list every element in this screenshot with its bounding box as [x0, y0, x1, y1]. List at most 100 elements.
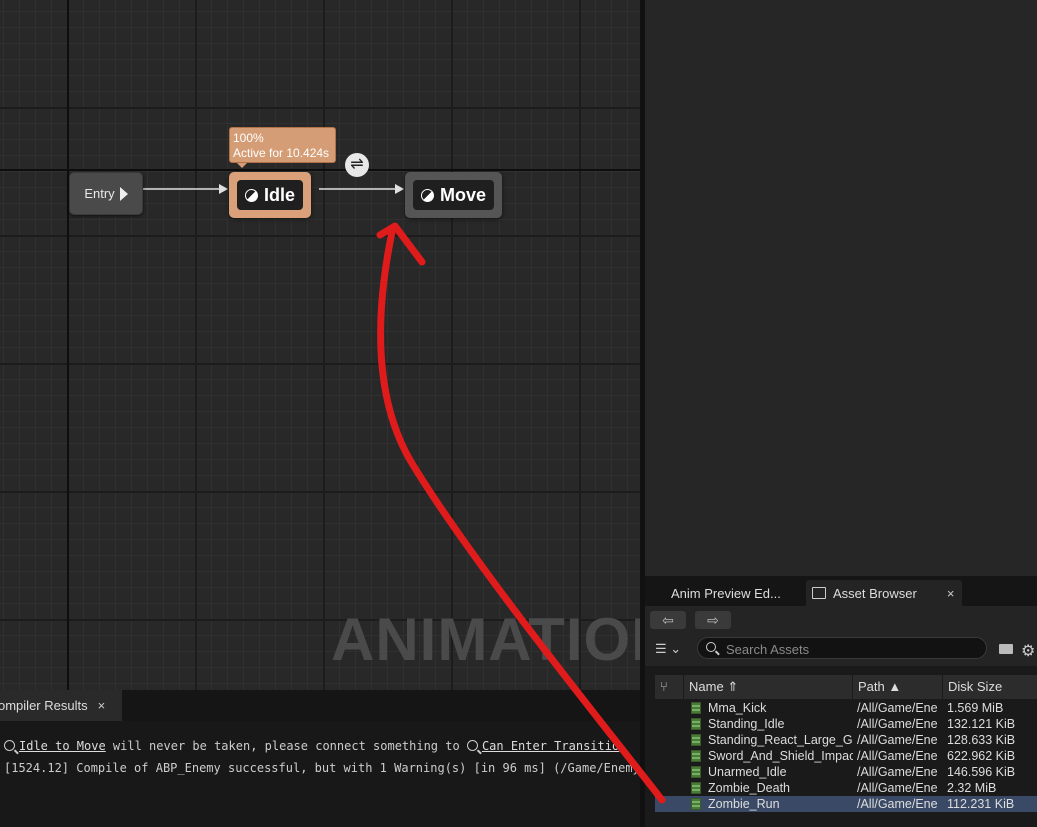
compiler-tab-label: ompiler Results: [0, 698, 88, 713]
column-name-label: Name: [689, 679, 724, 694]
tab-label: Asset Browser: [833, 585, 917, 601]
move-state-node[interactable]: Move: [405, 172, 502, 218]
column-size-label: Disk Size: [948, 679, 1003, 694]
asset-path: /All/Game/Ene: [857, 797, 937, 811]
state-machine-graph[interactable]: Entry 100% Active for 10.424s Idle ⇌ Mov…: [0, 0, 640, 690]
table-row-selected[interactable]: Zombie_Run /All/Game/Ene 112.231 KiB: [655, 796, 1037, 812]
anim-sequence-icon: [691, 750, 701, 762]
table-row[interactable]: Standing_Idle /All/Game/Ene 132.121 KiB: [655, 716, 1037, 732]
tab-compiler-results[interactable]: ompiler Results ×: [0, 690, 122, 721]
tab-asset-browser[interactable]: Asset Browser ×: [806, 580, 962, 606]
asset-name: Standing_Idle: [708, 717, 785, 731]
tooltip-weight: 100%: [233, 131, 264, 145]
search-icon: [466, 740, 478, 751]
move-state-label: Move: [439, 184, 486, 205]
column-path[interactable]: Path ▲: [852, 675, 942, 699]
link-can-enter-transition[interactable]: Can Enter Transitio: [482, 739, 619, 753]
column-name[interactable]: Name ⇑: [683, 675, 852, 699]
branch-icon[interactable]: ⑂: [655, 675, 683, 699]
close-icon[interactable]: ×: [947, 586, 955, 601]
state-icon: [420, 188, 434, 202]
asset-path: /All/Game/Ene: [857, 749, 937, 763]
idle-state-tooltip: 100% Active for 10.424s: [229, 127, 336, 163]
asset-size: 128.633 KiB: [947, 733, 1016, 747]
table-row[interactable]: Sword_And_Shield_Impac /All/Game/Ene 622…: [655, 748, 1037, 764]
sort-icon: ▲: [888, 679, 902, 694]
asset-path: /All/Game/Ene: [857, 717, 937, 731]
asset-name: Zombie_Death: [708, 781, 790, 795]
table-row[interactable]: Mma_Kick /All/Game/Ene 1.569 MiB: [655, 700, 1037, 716]
search-box: [697, 637, 987, 659]
entry-node[interactable]: Entry: [69, 172, 143, 215]
back-button[interactable]: ⇦: [650, 611, 686, 629]
tab-label: Anim Preview Ed...: [671, 585, 781, 601]
link-idle-to-move[interactable]: Idle to Move: [19, 739, 106, 753]
graph-axis-horizontal: [0, 169, 640, 171]
anim-sequence-icon: [691, 718, 701, 730]
anim-sequence-icon: [691, 766, 701, 778]
details-panel-empty: [645, 0, 1037, 576]
entry-to-idle-arrowhead: [219, 184, 228, 194]
asset-size: 1.569 MiB: [947, 701, 1004, 715]
asset-name: Zombie_Run: [708, 797, 780, 811]
tooltip-tail: [237, 163, 247, 168]
navigation-bar: ⇦ ⇨: [645, 606, 1037, 634]
asset-path: /All/Game/Ene: [857, 765, 937, 779]
folder-search-icon: [812, 587, 826, 599]
asset-table-header: ⑂ Name ⇑ Path ▲ Disk Size: [655, 675, 1037, 699]
asset-name: Unarmed_Idle: [708, 765, 787, 779]
gear-icon[interactable]: ⚙: [1021, 641, 1035, 661]
close-icon[interactable]: ×: [98, 698, 106, 713]
compiler-results-panel: ompiler Results × Idle to Move will neve…: [0, 690, 647, 827]
entry-arrow-icon: [119, 186, 128, 201]
asset-path: /All/Game/Ene: [857, 701, 937, 715]
filter-button[interactable]: ☰ ⌄: [655, 641, 681, 657]
asset-size: 146.596 KiB: [947, 765, 1016, 779]
idle-state-label: Idle: [263, 184, 295, 205]
sort-icon: ⇑: [727, 679, 739, 694]
asset-path: /All/Game/Ene: [857, 733, 937, 747]
asset-size: 622.962 KiB: [947, 749, 1016, 763]
asset-browser-panel: Anim Preview Ed... Asset Browser × ⇦ ⇨ ☰…: [645, 576, 1037, 827]
asset-name: Sword_And_Shield_Impac: [708, 749, 853, 763]
log-warning-line: Idle to Move will never be taken, please…: [4, 739, 619, 753]
anim-sequence-icon: [691, 782, 701, 794]
asset-path: /All/Game/Ene: [857, 781, 937, 795]
transition-arrows: [143, 184, 404, 194]
anim-sequence-icon: [691, 702, 701, 714]
asset-size: 112.231 KiB: [947, 797, 1015, 811]
chevron-down-icon: ⌄: [670, 641, 682, 656]
asset-size: 2.32 MiB: [947, 781, 997, 795]
entry-label: Entry: [84, 186, 115, 201]
compiler-log: Idle to Move will never be taken, please…: [0, 721, 647, 827]
transition-rule-icon[interactable]: ⇌: [345, 153, 369, 177]
table-row[interactable]: Standing_React_Large_G /All/Game/Ene 128…: [655, 732, 1037, 748]
forward-button[interactable]: ⇨: [695, 611, 731, 629]
asset-table: Mma_Kick /All/Game/Ene 1.569 MiB Standin…: [655, 700, 1037, 827]
filter-icon: ☰: [655, 641, 667, 656]
column-disk-size[interactable]: Disk Size: [942, 675, 1037, 699]
anim-sequence-icon: [691, 798, 701, 810]
arrow-left-icon: ⇦: [662, 612, 674, 628]
panel-tab-bar: Anim Preview Ed... Asset Browser ×: [645, 576, 1037, 606]
anim-sequence-icon: [691, 734, 701, 746]
asset-size: 132.121 KiB: [947, 717, 1016, 731]
table-row[interactable]: Unarmed_Idle /All/Game/Ene 146.596 KiB: [655, 764, 1037, 780]
log-compile-line: [1524.12] Compile of ABP_Enemy successfu…: [4, 761, 647, 775]
idle-state-node[interactable]: Idle: [229, 172, 311, 218]
search-assets-input[interactable]: [724, 640, 983, 658]
graph-watermark: ANIMATION: [331, 606, 640, 673]
search-icon: [706, 642, 716, 652]
folder-icon[interactable]: [999, 644, 1013, 654]
asset-name: Standing_React_Large_G: [708, 733, 853, 747]
arrow-right-icon: ⇨: [707, 612, 719, 628]
tooltip-active-time: Active for 10.424s: [233, 146, 330, 160]
graph-axis-vertical: [67, 0, 69, 690]
state-icon: [244, 188, 258, 202]
table-row[interactable]: Zombie_Death /All/Game/Ene 2.32 MiB: [655, 780, 1037, 796]
tab-anim-preview-editor[interactable]: Anim Preview Ed...: [671, 580, 781, 606]
search-bar-row: ☰ ⌄ ⚙: [645, 634, 1037, 666]
column-path-label: Path: [858, 679, 885, 694]
log-text: will never be taken, please connect some…: [105, 739, 467, 753]
asset-name: Mma_Kick: [708, 701, 767, 715]
